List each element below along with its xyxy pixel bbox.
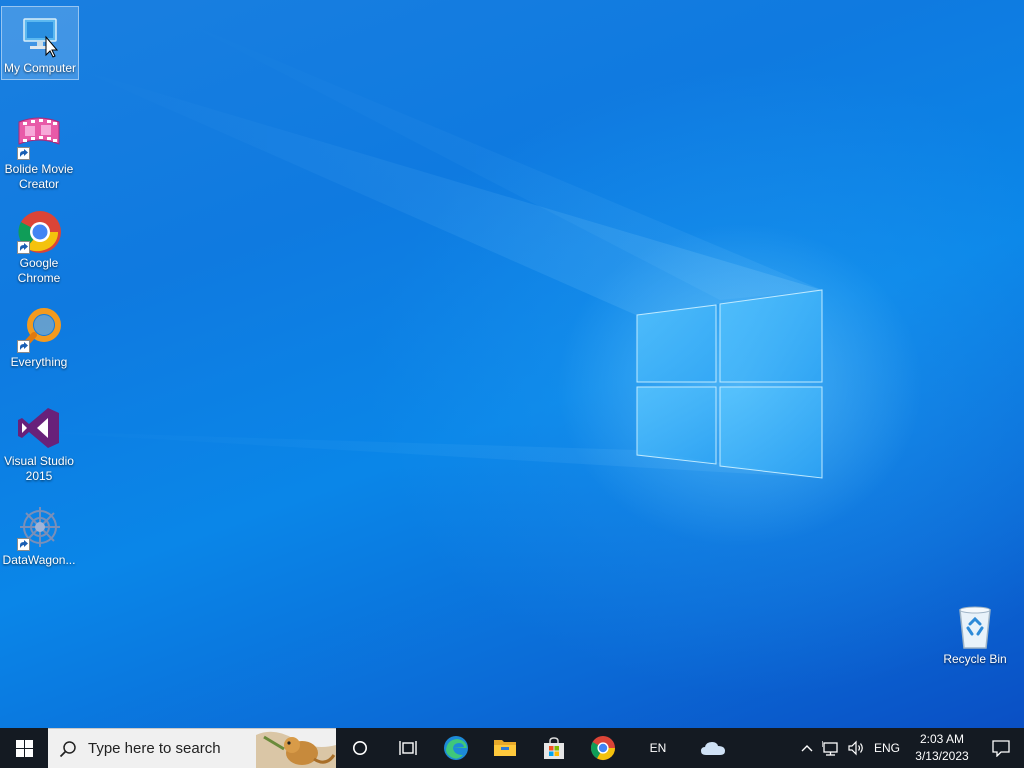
desktop-icon-visual-studio-2015[interactable]: Visual Studio 2015 xyxy=(0,400,78,487)
gear-network-icon xyxy=(15,503,63,551)
chrome-taskbar-button[interactable] xyxy=(578,728,627,768)
input-indicator[interactable]: EN xyxy=(627,728,689,768)
cortana-circle-icon xyxy=(353,741,367,755)
task-view-button[interactable] xyxy=(384,728,431,768)
cloud-icon xyxy=(701,742,725,755)
desktop-icon-google-chrome[interactable]: Google Chrome xyxy=(0,202,78,289)
recycle-bin-icon xyxy=(951,602,999,650)
desktop-icon-datawagon[interactable]: DataWagon... xyxy=(0,499,78,571)
desktop-icon-recycle-bin[interactable]: Recycle Bin xyxy=(936,598,1014,670)
task-view-icon xyxy=(398,741,417,755)
desktop-icon-label: Google Chrome xyxy=(17,256,61,285)
search-icon xyxy=(48,740,88,758)
language-indicator[interactable]: ENG xyxy=(868,728,906,768)
file-explorer-button[interactable] xyxy=(480,728,529,768)
store-bag-icon xyxy=(543,737,564,759)
magnifier-icon xyxy=(15,305,63,353)
desktop-icon-label: Recycle Bin xyxy=(943,652,1007,666)
action-center-button[interactable] xyxy=(978,728,1024,768)
desktop-icon-bolide-movie-creator[interactable]: Bolide Movie Creator xyxy=(0,108,78,195)
windows-logo-icon xyxy=(15,739,33,757)
visual-studio-icon xyxy=(15,404,63,452)
desktop-icon-label: Visual Studio 2015 xyxy=(4,454,74,483)
desktop-icon-label: DataWagon... xyxy=(2,553,76,567)
desktop-icon-label: Everything xyxy=(10,355,68,369)
desktop-icon-my-computer[interactable]: My Computer xyxy=(1,6,79,80)
desktop-icon-everything[interactable]: Everything xyxy=(0,301,78,373)
microsoft-store-button[interactable] xyxy=(529,728,578,768)
network-icon xyxy=(822,741,838,756)
search-box[interactable]: Type here to search xyxy=(48,728,336,768)
system-tray: ENG 2:03 AM 3/13/2023 xyxy=(796,728,1024,768)
search-highlight-illustration xyxy=(256,731,336,768)
clock-date: 3/13/2023 xyxy=(915,749,969,763)
clock-time: 2:03 AM xyxy=(919,732,965,746)
edge-button[interactable] xyxy=(431,728,480,768)
monitor-icon xyxy=(16,11,64,59)
shortcut-arrow-icon xyxy=(17,538,30,551)
film-strip-icon xyxy=(15,112,63,160)
notification-icon xyxy=(992,739,1010,757)
windows-wallpaper-logo xyxy=(0,20,823,479)
chrome-icon xyxy=(590,736,615,761)
desktop-icon-label: My Computer xyxy=(3,61,77,75)
volume-button[interactable] xyxy=(844,728,868,768)
desktop-wallpaper xyxy=(0,0,1024,728)
start-button[interactable] xyxy=(0,728,48,768)
shortcut-arrow-icon xyxy=(17,147,30,160)
clock[interactable]: 2:03 AM 3/13/2023 xyxy=(906,728,978,768)
shortcut-arrow-icon xyxy=(17,241,30,254)
folder-icon xyxy=(493,740,516,756)
show-hidden-icons-button[interactable] xyxy=(796,728,818,768)
cortana-button[interactable] xyxy=(336,728,384,768)
search-placeholder: Type here to search xyxy=(88,740,221,757)
chevron-up-icon xyxy=(801,745,813,752)
network-button[interactable] xyxy=(818,728,844,768)
shortcut-arrow-icon xyxy=(17,340,30,353)
speaker-icon xyxy=(848,740,863,756)
desktop-icon-label: Bolide Movie Creator xyxy=(4,162,74,191)
edge-icon xyxy=(443,736,468,760)
taskbar: Type here to search EN ENG 2:03 AM 3/13/… xyxy=(0,728,1024,768)
chrome-icon xyxy=(15,206,63,254)
onedrive-button[interactable] xyxy=(689,728,737,768)
